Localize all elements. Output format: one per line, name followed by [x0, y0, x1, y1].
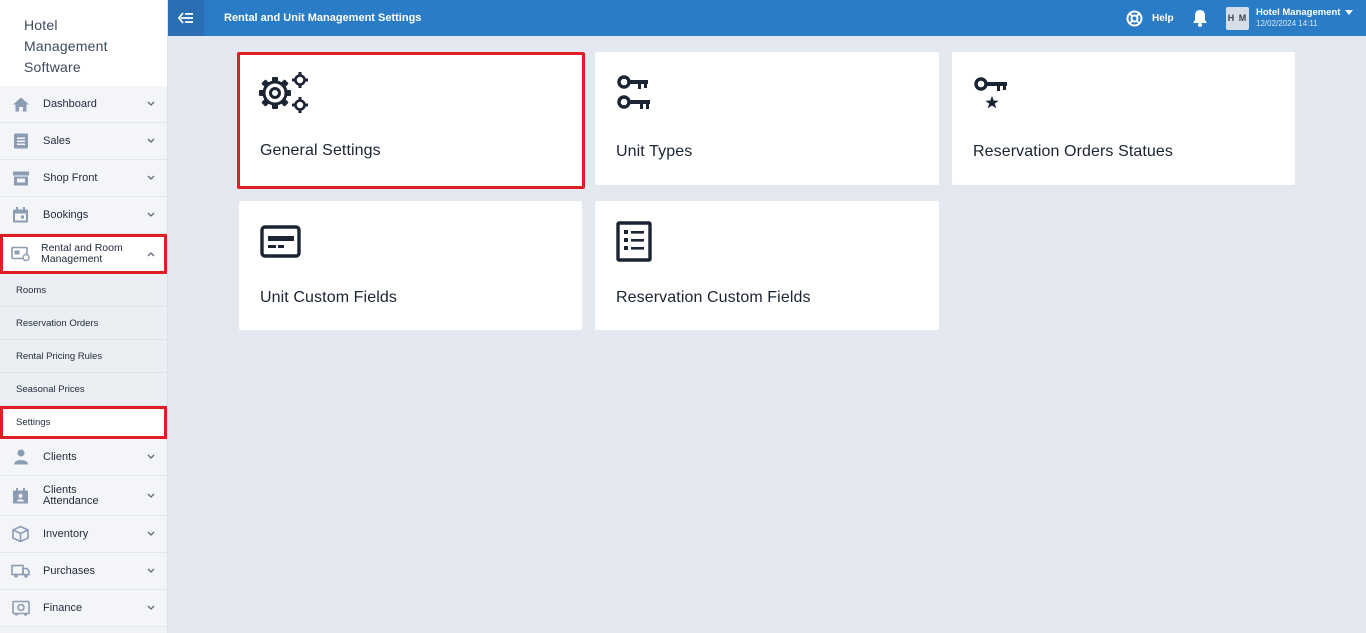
attendance-icon — [11, 486, 30, 505]
sidebar-item-clients[interactable]: Clients — [0, 439, 167, 476]
card-title: Reservation Orders Statues — [973, 143, 1174, 160]
chevron-down-icon — [147, 531, 155, 537]
card-unit-types[interactable]: Unit Types — [595, 52, 939, 185]
card-reservation-orders-statues[interactable]: Reservation Orders Statues — [952, 52, 1295, 185]
sidebar-subitem-reservation-orders[interactable]: Reservation Orders — [0, 307, 167, 340]
card-unit-custom-fields[interactable]: Unit Custom Fields — [239, 201, 582, 330]
sidebar-item-inventory[interactable]: Inventory — [0, 516, 167, 553]
sidebar-item-label: Bookings — [43, 208, 89, 221]
sidebar-item-label: Sales — [43, 134, 71, 147]
sidebar-subitem-seasonal-prices[interactable]: Seasonal Prices — [0, 373, 167, 406]
chevron-down-icon — [147, 493, 155, 499]
list-fields-icon — [616, 221, 668, 263]
rental-icon — [11, 244, 30, 263]
top-bar: Rental and Unit Management Settings Help… — [168, 0, 1366, 36]
sidebar-item-label: Clients Attendance — [43, 483, 99, 507]
sidebar-toggle-button[interactable] — [168, 0, 204, 36]
card-title: General Settings — [260, 142, 381, 159]
sidebar: Hotel Management Software Dashboard Sale… — [0, 0, 168, 633]
chevron-down-icon — [147, 605, 155, 611]
receipt-icon — [11, 132, 30, 151]
chevron-up-icon — [147, 251, 155, 257]
sidebar-subitem-rental-pricing-rules[interactable]: Rental Pricing Rules — [0, 340, 167, 373]
calendar-icon — [11, 206, 30, 225]
sidebar-item-label-line-1: Clients — [43, 483, 77, 496]
sidebar-item-bookings[interactable]: Bookings — [0, 197, 167, 234]
lifebuoy-icon — [1126, 10, 1143, 27]
sidebar-subitem-rooms[interactable]: Rooms — [0, 274, 167, 307]
chevron-down-icon — [147, 454, 155, 460]
card-fields-icon — [260, 225, 312, 267]
user-datetime: 12/02/2024 14:11 — [1256, 19, 1318, 28]
truck-icon — [11, 562, 30, 581]
chevron-down-icon — [147, 568, 155, 574]
sidebar-item-label-line-2: Attendance — [43, 494, 99, 507]
gears-icon — [258, 72, 310, 114]
brand-line-1: Hotel — [24, 17, 58, 33]
chevron-down-icon — [147, 175, 155, 181]
sidebar-subitem-settings[interactable]: Settings — [0, 406, 167, 439]
sidebar-item-clients-attendance[interactable]: Clients Attendance — [0, 476, 167, 516]
card-title: Reservation Custom Fields — [616, 289, 811, 306]
sidebar-item-label-line-1: Rental and Room — [41, 241, 123, 254]
sidebar-item-finance[interactable]: Finance — [0, 590, 167, 627]
sidebar-item-sales[interactable]: Sales — [0, 123, 167, 160]
sidebar-item-dashboard[interactable]: Dashboard — [0, 86, 167, 123]
help-button[interactable]: Help — [1126, 9, 1174, 27]
brand-line-3: Software — [24, 59, 81, 75]
sidebar-item-label: Dashboard — [43, 97, 97, 110]
notifications-bell-icon[interactable] — [1191, 8, 1209, 28]
sidebar-item-rental-room-management[interactable]: Rental and Room Management — [0, 234, 167, 274]
sidebar-item-label: Rental and Room Management — [41, 241, 123, 265]
card-title: Unit Types — [616, 143, 693, 160]
help-label: Help — [1152, 12, 1174, 24]
caret-down-icon — [1345, 10, 1354, 15]
card-reservation-custom-fields[interactable]: Reservation Custom Fields — [595, 201, 939, 330]
chevron-down-icon — [147, 101, 155, 107]
card-general-settings[interactable]: General Settings — [237, 52, 585, 189]
key-star-icon — [973, 76, 1025, 118]
sidebar-item-label-line-2: Management — [41, 252, 103, 265]
user-name: Hotel Management — [1256, 7, 1341, 18]
sidebar-item-label: Finance — [43, 601, 83, 614]
page-title: Rental and Unit Management Settings — [224, 12, 422, 24]
sidebar-item-purchases[interactable]: Purchases — [0, 553, 167, 590]
safe-icon — [11, 599, 30, 618]
sidebar-item-label: Shop Front — [43, 171, 98, 184]
home-icon — [11, 95, 30, 114]
sidebar-item-label: Inventory — [43, 527, 89, 540]
user-name-row: Hotel Management — [1256, 7, 1354, 18]
sidebar-item-shop-front[interactable]: Shop Front — [0, 160, 167, 197]
arrow-left-menu-icon — [178, 12, 194, 24]
user-menu[interactable]: H M Hotel Management 12/02/2024 14:11 — [1226, 6, 1354, 30]
sidebar-item-label: Clients — [43, 450, 77, 463]
box-icon — [11, 525, 30, 544]
person-icon — [11, 448, 30, 467]
chevron-down-icon — [147, 138, 155, 144]
card-title: Unit Custom Fields — [260, 289, 397, 306]
brand-line-2: Management — [24, 38, 108, 54]
user-info: Hotel Management 12/02/2024 14:11 — [1256, 7, 1354, 29]
keys-icon — [616, 74, 668, 116]
store-icon — [11, 169, 30, 188]
chevron-down-icon — [147, 212, 155, 218]
brand-logo-text[interactable]: Hotel Management Software — [0, 0, 167, 86]
avatar: H M — [1226, 6, 1249, 30]
sidebar-item-label: Purchases — [43, 564, 95, 577]
